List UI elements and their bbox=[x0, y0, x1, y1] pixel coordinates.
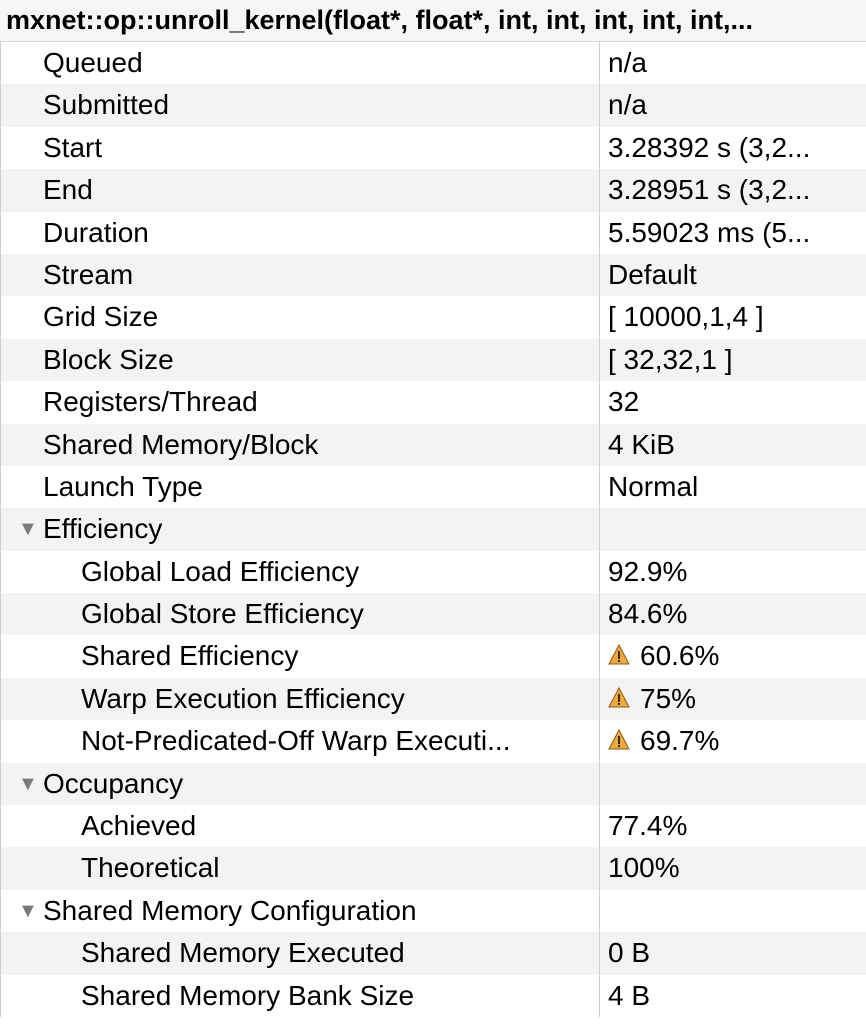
row-label: End bbox=[1, 169, 600, 212]
group-row-shared-memory-configuration[interactable]: ▼ Shared Memory Configuration bbox=[1, 889, 866, 933]
row-label: Theoretical bbox=[1, 847, 600, 890]
row-label: Global Store Efficiency bbox=[1, 593, 600, 636]
row-value: 100% bbox=[608, 852, 680, 884]
warning-icon bbox=[608, 644, 630, 665]
row-value: 5.59023 ms (5... bbox=[608, 216, 811, 248]
table-row[interactable]: Not-Predicated-Off Warp Executi... 69.7% bbox=[1, 720, 866, 763]
row-label: Shared Memory Executed bbox=[1, 932, 600, 975]
group-row-efficiency[interactable]: ▼ Efficiency bbox=[1, 508, 866, 551]
table-row[interactable]: Stream Default bbox=[1, 253, 866, 297]
row-label: Launch Type bbox=[1, 465, 600, 509]
row-value bbox=[600, 763, 866, 805]
row-label: Shared Memory/Block bbox=[1, 423, 600, 466]
disclosure-triangle-icon[interactable]: ▼ bbox=[18, 508, 38, 550]
table-row[interactable]: Queued n/a bbox=[1, 42, 866, 85]
row-value: 84.6% bbox=[608, 598, 688, 630]
row-value: 4 B bbox=[608, 979, 651, 1011]
table-row[interactable]: Achieved 77.4% bbox=[1, 805, 866, 848]
row-value: 3.28392 s (3,2... bbox=[608, 131, 811, 163]
row-value: Normal bbox=[608, 470, 699, 502]
row-value bbox=[600, 890, 866, 932]
row-value: Default bbox=[608, 258, 697, 290]
row-value: n/a bbox=[608, 89, 647, 121]
row-value: 77.4% bbox=[608, 810, 688, 842]
group-title: Shared Memory Configuration bbox=[43, 894, 417, 926]
row-label: Shared Memory Bank Size bbox=[1, 974, 600, 1017]
disclosure-triangle-icon[interactable]: ▼ bbox=[18, 763, 38, 805]
warning-icon bbox=[608, 729, 630, 750]
row-label: Block Size bbox=[1, 338, 600, 382]
group-label: ▼ Shared Memory Configuration bbox=[1, 889, 600, 933]
table-row[interactable]: Block Size [ 32,32,1 ] bbox=[1, 338, 866, 382]
table-row[interactable]: Start 3.28392 s (3,2... bbox=[1, 126, 866, 170]
properties-table: Queued n/a Submitted n/a Start 3.28392 s… bbox=[0, 42, 866, 1017]
table-row[interactable]: Registers/Thread 32 bbox=[1, 381, 866, 424]
row-label: Start bbox=[1, 126, 600, 170]
row-label: Grid Size bbox=[1, 296, 600, 339]
row-value: 60.6% bbox=[600, 635, 866, 677]
row-value: 32 bbox=[608, 386, 640, 418]
row-label: Not-Predicated-Off Warp Executi... bbox=[1, 720, 600, 763]
table-row[interactable]: Warp Execution Efficiency 75% bbox=[1, 677, 866, 721]
table-row[interactable]: Shared Memory Executed 0 B bbox=[1, 932, 866, 975]
metric-value: 60.6% bbox=[640, 640, 720, 672]
table-row[interactable]: Theoretical 100% bbox=[1, 847, 866, 890]
table-row[interactable]: Grid Size [ 10000,1,4 ] bbox=[1, 296, 866, 339]
row-label: Duration bbox=[1, 211, 600, 254]
table-row[interactable]: Shared Memory Bank Size 4 B bbox=[1, 974, 866, 1017]
row-label: Global Load Efficiency bbox=[1, 550, 600, 594]
row-value: 0 B bbox=[608, 937, 651, 969]
row-label: Registers/Thread bbox=[1, 381, 600, 424]
group-title: Occupancy bbox=[43, 767, 184, 799]
table-row[interactable]: End 3.28951 s (3,2... bbox=[1, 169, 866, 212]
table-row[interactable]: Global Store Efficiency 84.6% bbox=[1, 593, 866, 636]
warning-icon bbox=[608, 686, 630, 708]
metric-value: 75% bbox=[640, 682, 697, 714]
table-row[interactable]: Duration 5.59023 ms (5... bbox=[1, 211, 866, 254]
disclosure-triangle-icon[interactable]: ▼ bbox=[18, 890, 38, 932]
row-label: Stream bbox=[1, 253, 600, 297]
table-row[interactable]: Global Load Efficiency 92.9% bbox=[1, 550, 866, 594]
row-value: 69.7% bbox=[600, 720, 866, 762]
row-value: [ 10000,1,4 ] bbox=[608, 301, 764, 333]
table-row[interactable]: Submitted n/a bbox=[1, 84, 866, 127]
row-value: 75% bbox=[600, 678, 866, 720]
row-label: Queued bbox=[1, 42, 600, 85]
row-value: 4 KiB bbox=[608, 428, 675, 460]
row-value: [ 32,32,1 ] bbox=[608, 343, 733, 375]
table-row[interactable]: Shared Efficiency 60.6% bbox=[1, 635, 866, 678]
row-label: Submitted bbox=[1, 84, 600, 127]
row-value bbox=[600, 508, 866, 550]
kernel-title: mxnet::op::unroll_kernel(float*, float*,… bbox=[0, 0, 866, 42]
group-row-occupancy[interactable]: ▼ Occupancy bbox=[1, 762, 866, 806]
group-label: ▼ Efficiency bbox=[1, 508, 600, 551]
row-label: Achieved bbox=[1, 805, 600, 848]
row-label: Warp Execution Efficiency bbox=[1, 677, 600, 721]
table-row[interactable]: Shared Memory/Block 4 KiB bbox=[1, 423, 866, 466]
table-row[interactable]: Launch Type Normal bbox=[1, 465, 866, 509]
group-title: Efficiency bbox=[43, 513, 163, 545]
group-label: ▼ Occupancy bbox=[1, 762, 600, 806]
metric-value: 69.7% bbox=[640, 725, 720, 757]
row-value: n/a bbox=[608, 47, 647, 78]
row-value: 92.9% bbox=[608, 555, 688, 587]
row-label: Shared Efficiency bbox=[1, 635, 600, 678]
row-value: 3.28951 s (3,2... bbox=[608, 174, 811, 206]
